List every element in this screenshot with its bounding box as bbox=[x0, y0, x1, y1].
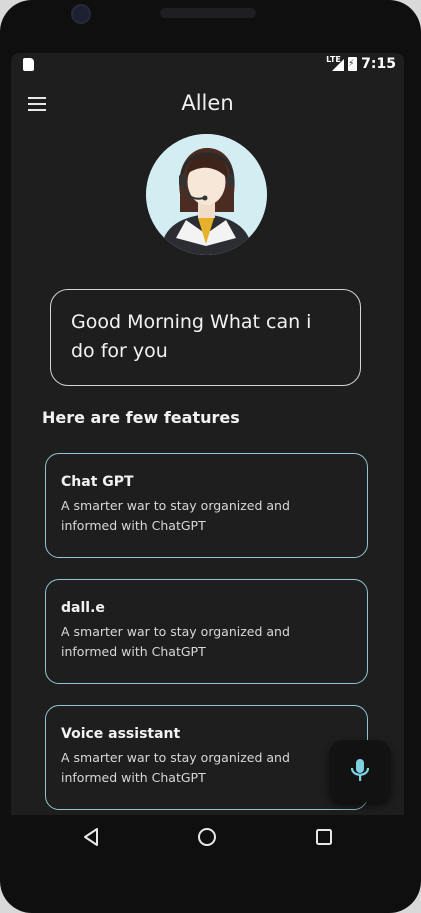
recents-icon[interactable] bbox=[314, 826, 334, 852]
greeting-bubble: Good Morning What can i do for you bbox=[50, 289, 361, 386]
mic-icon bbox=[350, 759, 370, 781]
app-bar: Allen bbox=[11, 77, 404, 131]
feature-title: Voice assistant bbox=[61, 726, 181, 742]
assistant-avatar bbox=[146, 134, 267, 255]
battery-charging-icon bbox=[348, 57, 358, 71]
greeting-text: Good Morning What can i do for you bbox=[71, 311, 312, 362]
system-navigation-bar bbox=[11, 815, 404, 863]
status-indicators: LTE 7:15 bbox=[326, 55, 396, 72]
feature-description: A smarter war to stay organized and info… bbox=[61, 624, 290, 659]
page-title: Allen bbox=[181, 91, 234, 115]
sd-card-icon bbox=[23, 58, 34, 71]
screen: LTE 7:15 Allen bbox=[11, 53, 404, 815]
features-heading: Here are few features bbox=[42, 408, 240, 427]
mic-button[interactable] bbox=[329, 740, 391, 802]
lte-signal-icon: LTE bbox=[326, 55, 345, 71]
assistant-avatar-icon bbox=[146, 134, 267, 255]
network-label: LTE bbox=[326, 55, 341, 64]
feature-card-dalle[interactable]: dall.e A smarter war to stay organized a… bbox=[45, 579, 368, 684]
status-bar: LTE 7:15 bbox=[11, 53, 404, 77]
feature-description: A smarter war to stay organized and info… bbox=[61, 498, 290, 533]
feature-title: dall.e bbox=[61, 600, 105, 616]
front-camera bbox=[71, 4, 91, 24]
device-frame: LTE 7:15 Allen bbox=[0, 0, 421, 913]
feature-card-chatgpt[interactable]: Chat GPT A smarter war to stay organized… bbox=[45, 453, 368, 558]
back-icon[interactable] bbox=[81, 826, 101, 852]
feature-card-voice-assistant[interactable]: Voice assistant A smarter war to stay or… bbox=[45, 705, 368, 810]
feature-title: Chat GPT bbox=[61, 474, 134, 490]
home-icon[interactable] bbox=[196, 826, 218, 852]
feature-description: A smarter war to stay organized and info… bbox=[61, 750, 290, 785]
status-time: 7:15 bbox=[361, 56, 396, 72]
earpiece-speaker bbox=[160, 8, 256, 18]
